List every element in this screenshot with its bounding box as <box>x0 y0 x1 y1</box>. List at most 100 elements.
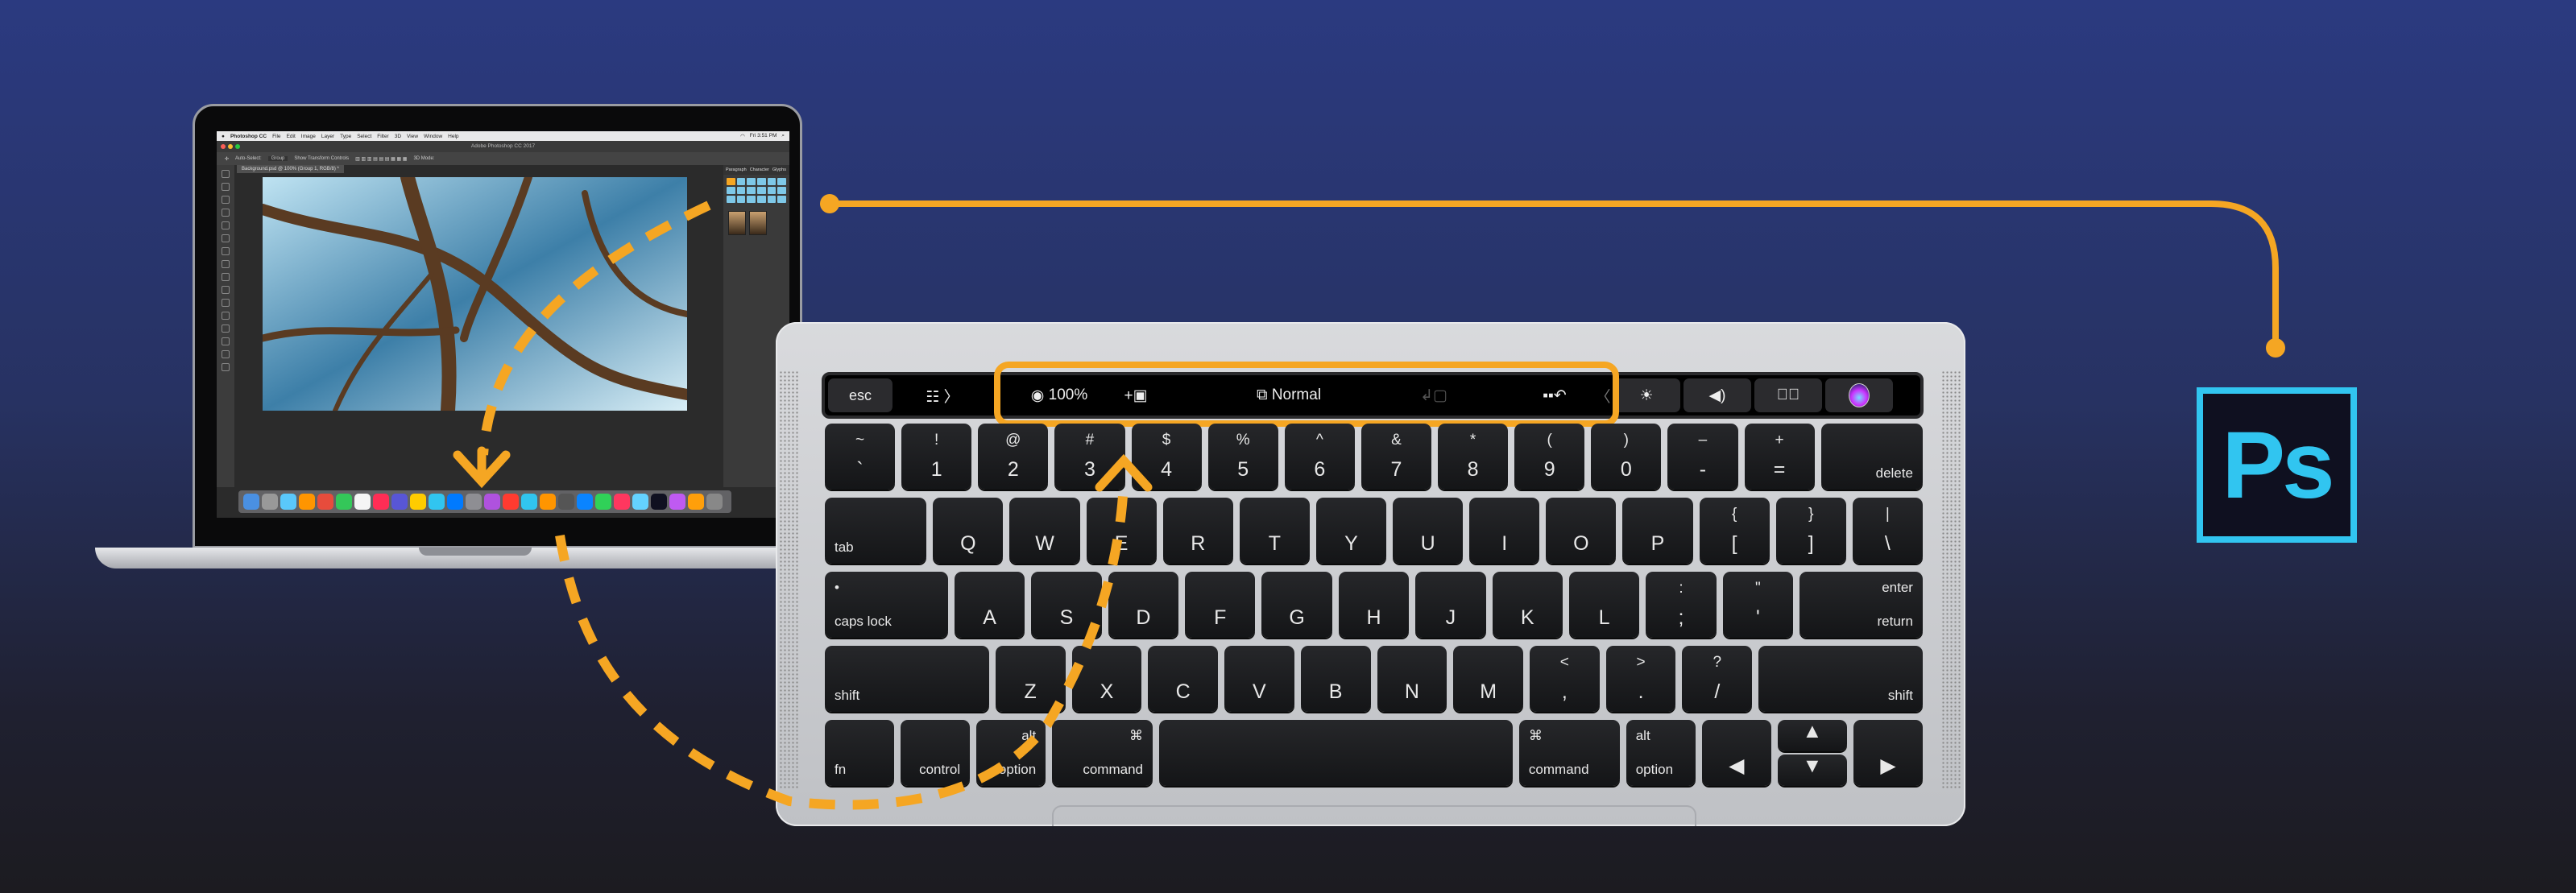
key[interactable]: control <box>901 720 971 786</box>
dock-app-icon[interactable] <box>447 494 463 510</box>
dock-app-icon[interactable] <box>540 494 556 510</box>
key[interactable]: @2 <box>978 424 1049 490</box>
key[interactable]: B <box>1300 646 1371 712</box>
menu-item[interactable]: 3D <box>395 134 401 139</box>
menu-item[interactable]: Layer <box>321 134 334 139</box>
dock-app-icon[interactable] <box>410 494 426 510</box>
dock-app-icon[interactable] <box>280 494 296 510</box>
key[interactable]: X <box>1071 646 1142 712</box>
key[interactable]: F <box>1185 572 1256 638</box>
dock-app-icon[interactable] <box>503 494 519 510</box>
dock-app-icon[interactable] <box>632 494 648 510</box>
menu-item[interactable]: Help <box>448 134 458 139</box>
key[interactable]: J <box>1415 572 1486 638</box>
group-dropdown[interactable]: Group <box>267 156 288 161</box>
brightness-icon[interactable]: ☀ <box>1613 378 1680 412</box>
panel-tab[interactable]: Paragraph <box>726 167 747 172</box>
close-button[interactable] <box>221 144 226 149</box>
apple-icon[interactable]: ● <box>222 134 225 139</box>
search-icon[interactable]: ⌕ <box>781 133 785 139</box>
dock-app-icon[interactable] <box>391 494 408 510</box>
dock-app-icon[interactable] <box>299 494 315 510</box>
key[interactable]: G <box>1261 572 1332 638</box>
menu-item[interactable]: Window <box>424 134 442 139</box>
dock-app-icon[interactable] <box>243 494 259 510</box>
menu-item[interactable]: Filter <box>377 134 388 139</box>
dock-app-icon[interactable] <box>651 494 667 510</box>
key[interactable]: ~ ` <box>825 424 896 490</box>
zoom-button[interactable] <box>235 144 240 149</box>
mute-icon[interactable]: ◀⃠ <box>1754 378 1822 412</box>
key[interactable]: ! 1 <box>901 424 972 490</box>
key[interactable]: :; <box>1646 572 1717 638</box>
key[interactable]: N <box>1377 646 1447 712</box>
key[interactable]: {[ <box>1699 498 1770 564</box>
move-tool-icon[interactable]: ✣ <box>225 156 229 162</box>
panel-tab[interactable]: Glyphs <box>772 167 786 172</box>
menu-item[interactable]: Type <box>340 134 351 139</box>
key[interactable]: shift <box>1758 646 1923 712</box>
key[interactable]: Q <box>933 498 1004 564</box>
key[interactable]: | \ <box>1852 498 1923 564</box>
key[interactable]: * 8 <box>1438 424 1509 490</box>
key[interactable]: enter return <box>1799 572 1923 638</box>
key[interactable]: tab <box>825 498 927 564</box>
key[interactable]: T <box>1239 498 1310 564</box>
align-icons[interactable]: ▥ ▥ ▥ ▤ ▤ ▤ ▦ ▦ ▦ <box>355 156 407 162</box>
dock-app-icon[interactable] <box>614 494 630 510</box>
sliders-icon[interactable]: ☷ 〉 <box>910 378 975 412</box>
key[interactable]: <, <box>1529 646 1600 712</box>
key[interactable]: & 7 <box>1360 424 1431 490</box>
wifi-icon[interactable]: ◠ <box>740 133 745 139</box>
key[interactable]: • caps lock <box>825 572 948 638</box>
key[interactable]: alt option <box>976 720 1046 786</box>
menu-item[interactable]: Select <box>357 134 371 139</box>
canvas-image[interactable] <box>263 177 687 411</box>
esc-key[interactable]: esc <box>828 378 892 412</box>
key[interactable] <box>1158 720 1513 786</box>
dock-app-icon[interactable] <box>484 494 500 510</box>
key[interactable]: ◀ <box>1701 720 1771 786</box>
key[interactable]: D <box>1108 572 1179 638</box>
key[interactable]: P <box>1622 498 1693 564</box>
dock-app-icon[interactable] <box>706 494 723 510</box>
key[interactable]: ⌘ command <box>1518 720 1620 786</box>
key[interactable]: A <box>954 572 1025 638</box>
key[interactable]: #3 <box>1054 424 1125 490</box>
dock-app-icon[interactable] <box>558 494 574 510</box>
key[interactable]: ) 0 <box>1591 424 1662 490</box>
dock-app-icon[interactable] <box>429 494 445 510</box>
menu-item[interactable]: View <box>407 134 418 139</box>
key[interactable]: ▼ <box>1777 755 1847 786</box>
key[interactable]: M <box>1453 646 1523 712</box>
key[interactable]: Y <box>1315 498 1387 564</box>
key[interactable]: ▲ <box>1777 720 1847 751</box>
key[interactable]: ⌘ command <box>1052 720 1153 786</box>
key[interactable]: + = <box>1744 424 1815 490</box>
trackpad[interactable] <box>1052 805 1696 826</box>
panel-tab[interactable]: Character <box>750 167 769 172</box>
key[interactable]: " ' <box>1722 572 1794 638</box>
key[interactable]: L <box>1568 572 1640 638</box>
key[interactable]: U <box>1393 498 1464 564</box>
key[interactable]: K <box>1492 572 1563 638</box>
layer-thumbnails[interactable] <box>723 206 789 240</box>
dock-app-icon[interactable] <box>317 494 333 510</box>
key[interactable]: C <box>1148 646 1219 712</box>
minimize-button[interactable] <box>228 144 233 149</box>
dock-app-icon[interactable] <box>373 494 389 510</box>
key[interactable]: delete <box>1820 424 1923 490</box>
menu-item[interactable]: Edit <box>287 134 296 139</box>
key[interactable]: alt option <box>1626 720 1696 786</box>
transform-controls-checkbox[interactable]: Show Transform Controls <box>294 156 349 161</box>
key[interactable]: >. <box>1605 646 1676 712</box>
document-tab[interactable]: Background.psd @ 100% (Group 1, RGB/8) * <box>237 165 344 173</box>
key[interactable]: % 5 <box>1207 424 1278 490</box>
dock-app-icon[interactable] <box>336 494 352 510</box>
dock-app-icon[interactable] <box>354 494 371 510</box>
dock-app-icon[interactable] <box>688 494 704 510</box>
dock-app-icon[interactable] <box>669 494 685 510</box>
dock-app-icon[interactable] <box>262 494 278 510</box>
key[interactable]: O <box>1546 498 1617 564</box>
key[interactable]: Z <box>995 646 1066 712</box>
